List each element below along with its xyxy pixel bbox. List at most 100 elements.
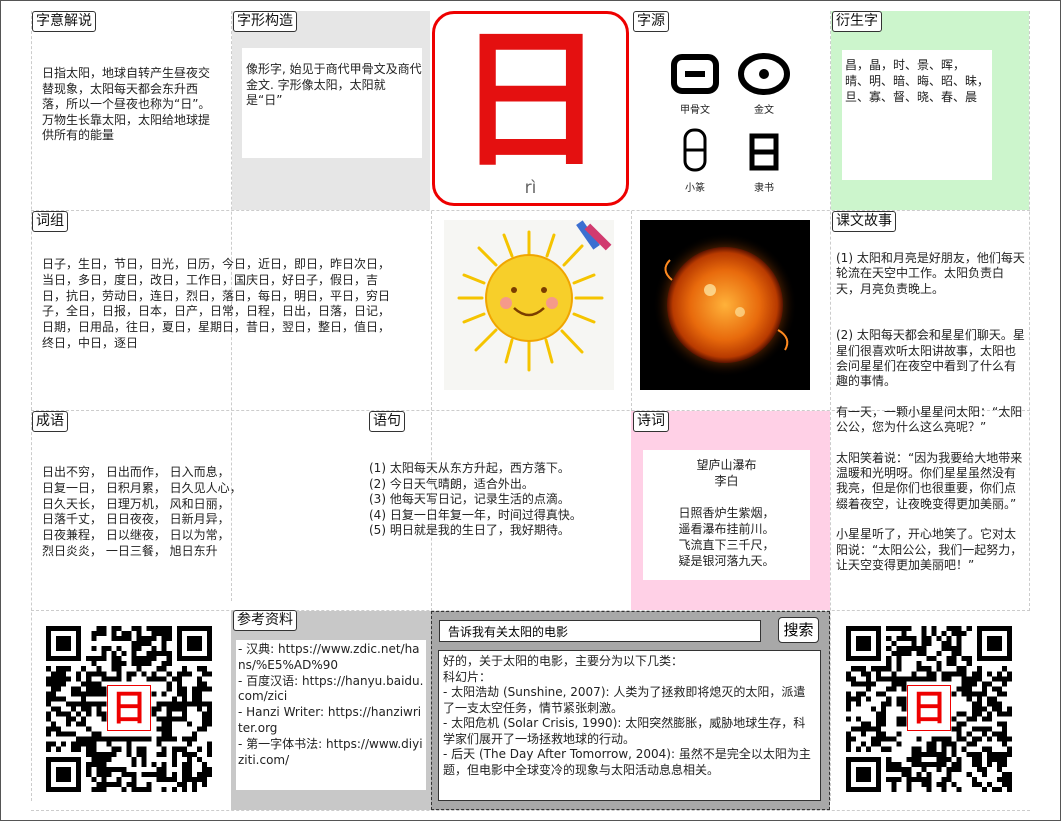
qr-module [901,681,907,687]
search-button[interactable]: 搜索 [778,617,819,643]
reference-line[interactable]: - Hanzi Writer: https://hanziwriter.org [238,705,424,737]
qr-module [101,716,107,722]
search-input[interactable] [439,620,761,642]
qr-module [151,646,157,652]
qr-module [156,706,162,712]
qr-module [966,731,972,737]
qr-module [166,651,172,657]
qr-module [956,636,962,642]
qr-module [971,716,977,722]
qr-module [996,761,1002,767]
qr-module [141,736,147,742]
qr-module [91,741,97,747]
qr-module [81,681,87,687]
qr-module [951,761,957,767]
qr-module [921,751,927,757]
qr-module [116,646,122,652]
qr-module [921,651,927,657]
qr-module [981,686,987,692]
qr-module [146,626,152,632]
qr-module [201,781,207,787]
qr-module [196,696,202,702]
qr-module [116,736,122,742]
qr-module [886,636,892,642]
reference-line[interactable]: - 第一字体书法: https://www.diyiziti.com/ [238,737,424,769]
qr-module [166,636,172,642]
qr-module [931,671,937,677]
qr-module [891,626,897,632]
qr-module [976,706,982,712]
qr-module [96,761,102,767]
qr-module [61,711,67,717]
qr-module [156,631,162,637]
story-paragraph: 小星星听了，开心地笑了。它对太阳说：“太阳公公，我们一起努力，让天空变得更加美丽… [836,527,1023,573]
qr-module [86,761,92,767]
qr-module [846,671,852,677]
qr-module [961,721,967,727]
qr-module [921,626,927,632]
qr-module [176,681,182,687]
qr-module [166,686,172,692]
qr-module [886,776,892,782]
qr-module [991,706,997,712]
qr-module [846,746,852,752]
qr-module [131,646,137,652]
qr-module [1001,761,1007,767]
small-seal-ri-icon: 小篆 [668,126,722,194]
qr-module [971,706,977,712]
qr-module [986,751,992,757]
qr-module [911,646,917,652]
qr-module [121,636,127,642]
answer-line: 科幻片： [443,669,492,684]
qr-module [126,676,132,682]
qr-module [181,666,187,672]
qr-module [941,776,947,782]
qr-module [896,721,902,727]
qr-module [196,666,202,672]
reference-line[interactable]: - 汉典: https://www.zdic.net/hans/%E5%AD%9… [238,642,424,674]
qr-code-right[interactable]: 日 [846,626,1012,792]
qr-module [111,751,117,757]
qr-module [921,666,927,672]
qr-module [101,771,107,777]
qr-module [946,626,952,632]
qr-module [196,746,202,752]
derived-text: 昌，晶，时、景、晖， 晴、明、暗、晦、昭、昧，旦、寡、督、晓、春、晨 [845,58,990,104]
qr-module [996,686,1002,692]
qr-module [146,656,152,662]
qr-module [186,736,192,742]
qr-module [921,676,927,682]
qr-module [891,651,897,657]
qr-module [201,726,207,732]
qr-module [96,756,102,762]
qr-module [946,676,952,682]
qr-module [46,676,52,682]
qr-code-left[interactable]: 日 [46,626,212,792]
qr-module [66,666,72,672]
qr-module [166,671,172,677]
reference-line[interactable]: - 百度汉语: https://hanyu.baidu.com/zici [238,674,424,706]
qr-module [201,711,207,717]
qr-module [101,701,107,707]
qr-module [881,701,887,707]
qr-module [166,721,172,727]
qr-module [946,756,952,762]
qr-module [106,676,112,682]
qr-module [96,731,102,737]
qr-module [986,696,992,702]
references-list: - 汉典: https://www.zdic.net/hans/%E5%AD%9… [238,642,424,768]
qr-module [91,776,97,782]
qr-module [191,691,197,697]
qr-module [191,686,197,692]
qr-module [1001,736,1007,742]
qr-module [81,741,87,747]
qr-module [851,681,857,687]
qr-module [976,711,982,717]
qr-module [91,736,97,742]
qr-module [151,706,157,712]
qr-module [76,671,82,677]
qr-module [136,636,142,642]
qr-module [961,631,967,637]
qr-module [976,756,982,762]
qr-module [56,671,62,677]
